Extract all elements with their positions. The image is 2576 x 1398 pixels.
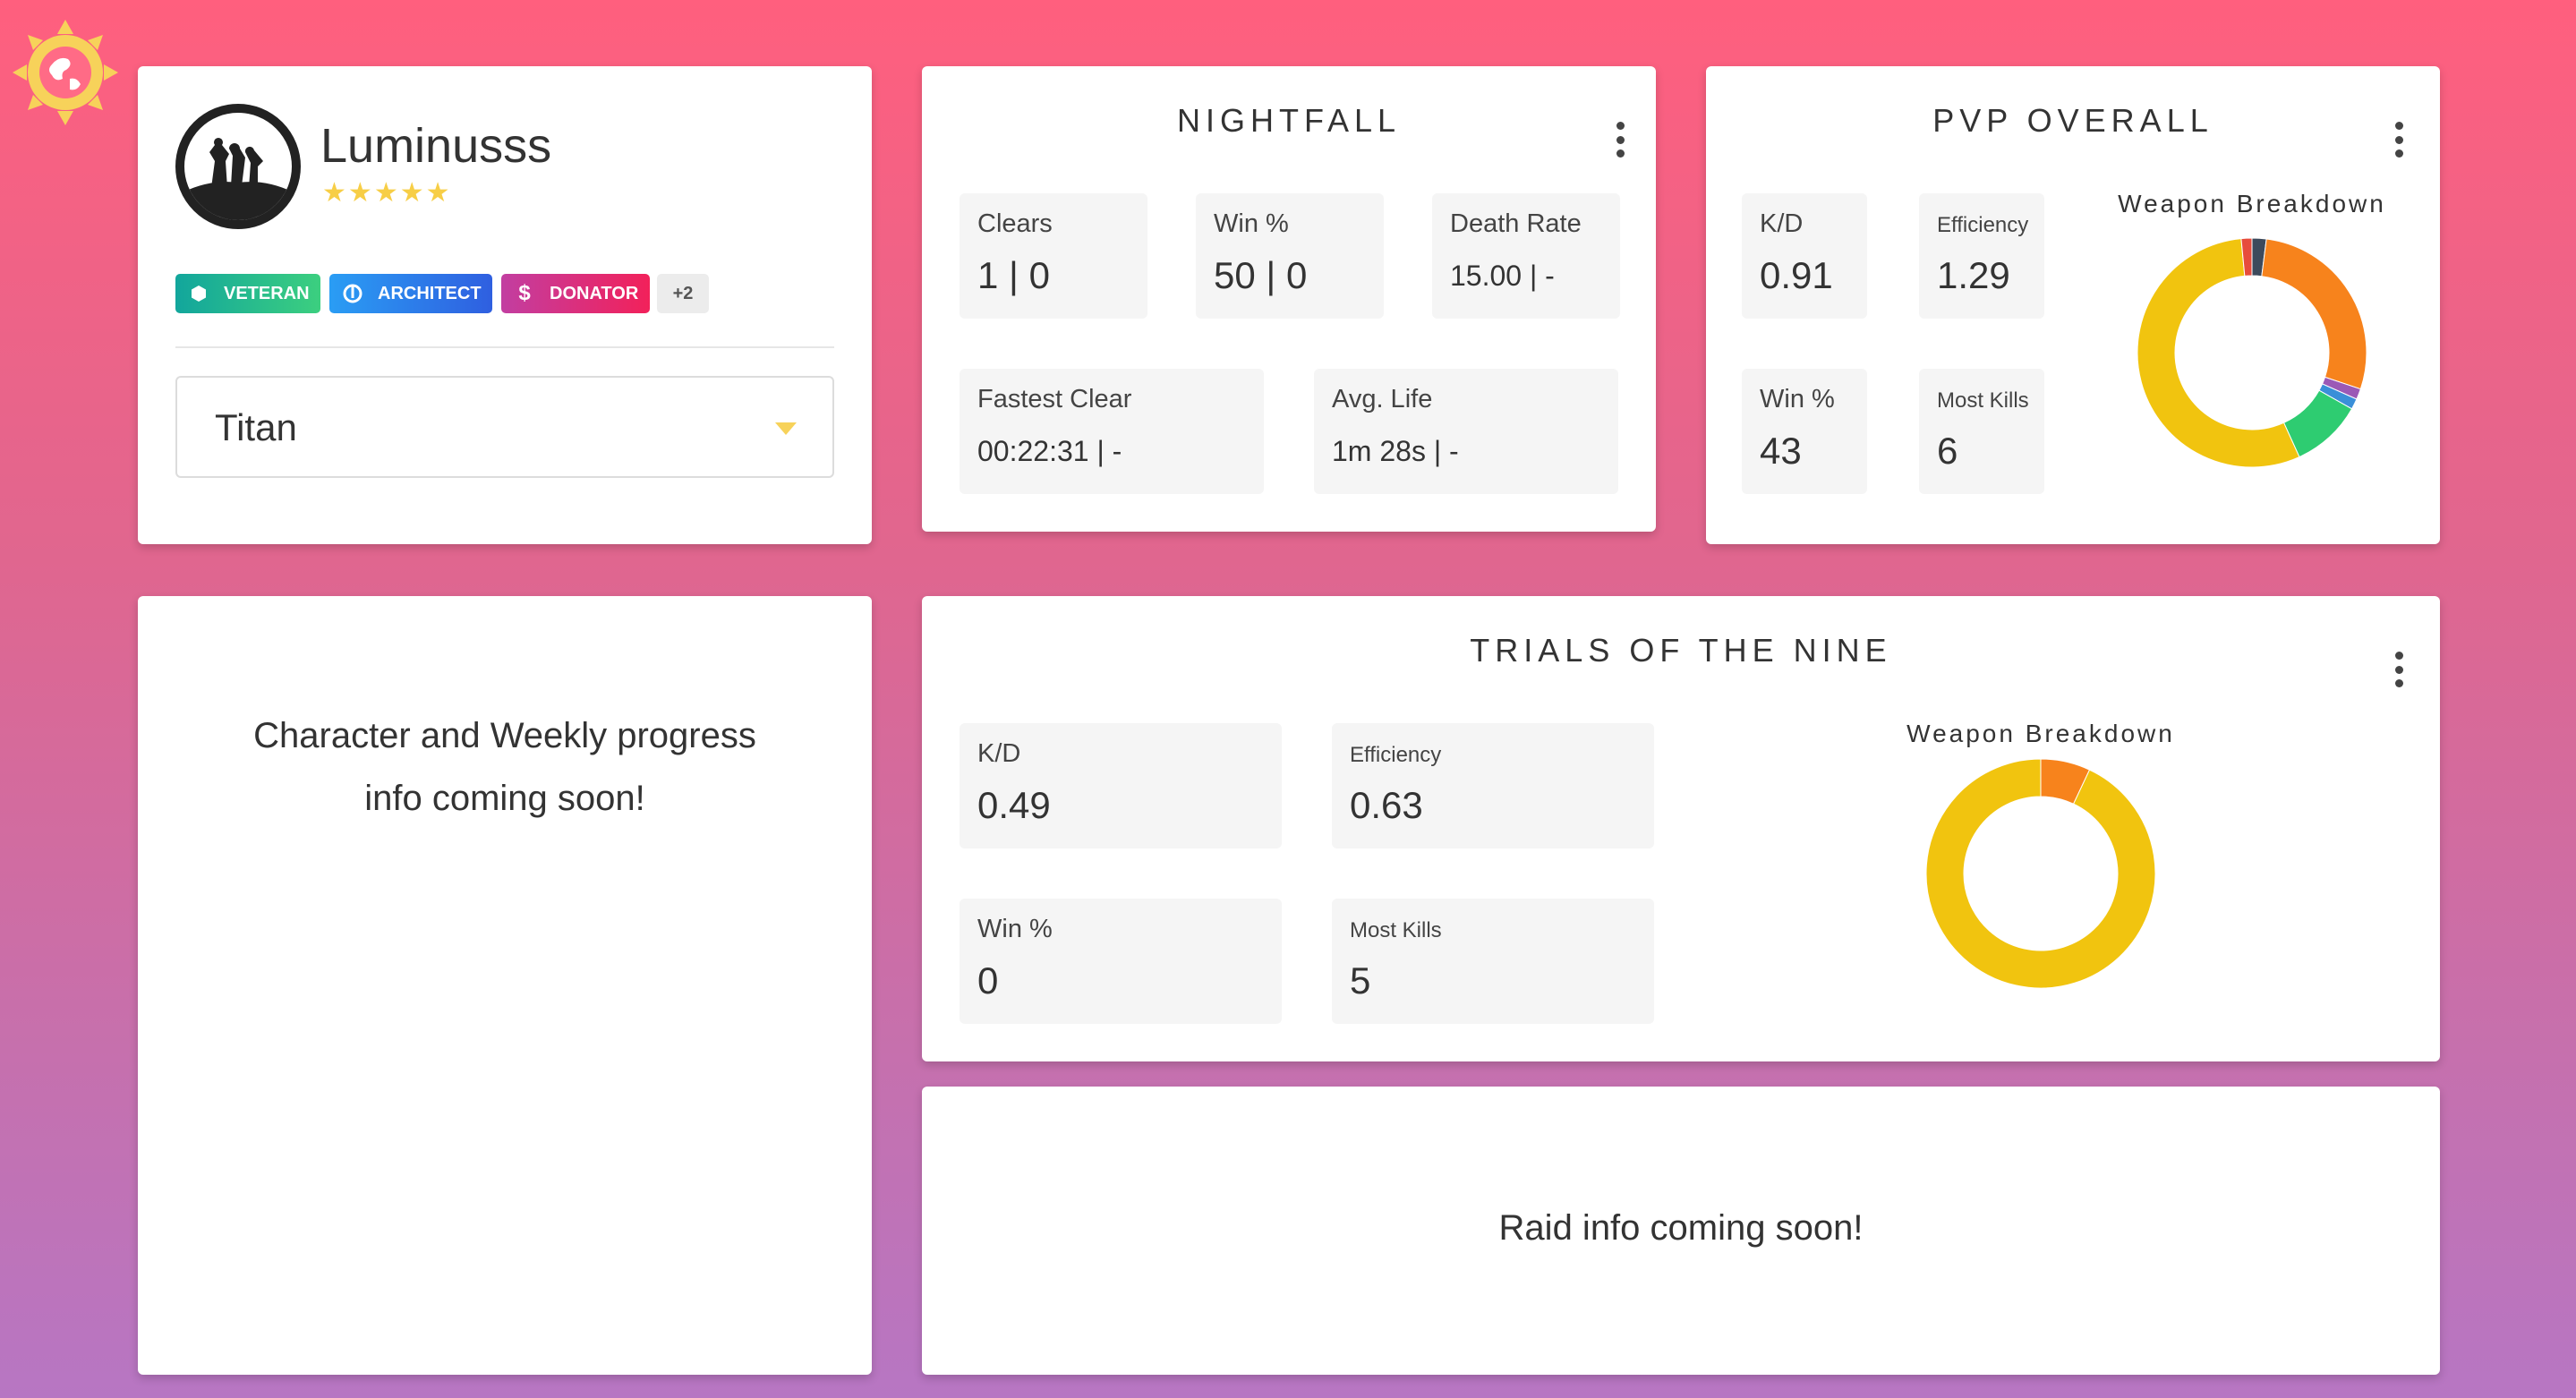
avatar <box>175 104 301 229</box>
star-icon: ★ <box>399 178 426 208</box>
star-icon: ★ <box>322 178 348 208</box>
stat-fastest-clear: Fastest Clear 00:22:31 | - <box>960 369 1264 494</box>
character-select-value: Titan <box>215 406 297 448</box>
badge-veteran[interactable]: VETERAN <box>175 274 320 313</box>
weapon-breakdown-label: Weapon Breakdown <box>1906 720 2175 747</box>
trials-weapon-donut <box>1925 758 2156 989</box>
character-select[interactable]: Titan <box>175 376 834 478</box>
pvp-weapon-donut <box>2137 237 2367 468</box>
star-icon: ★ <box>373 178 400 208</box>
badge-donator-label: DONATOR <box>550 283 639 303</box>
character-info-card: Character and Weekly progress info comin… <box>138 596 872 1375</box>
divider <box>175 346 834 348</box>
stat-label: Most Kills <box>1937 388 2029 413</box>
stat-efficiency: Efficiency 0.63 <box>1332 723 1654 848</box>
stat-label: Most Kills <box>1350 918 1442 942</box>
stat-kd: K/D 0.49 <box>960 723 1282 848</box>
stat-efficiency: Efficiency 1.29 <box>1919 193 2044 319</box>
stat-label: Avg. Life <box>1332 385 1433 413</box>
stat-label: Death Rate <box>1450 209 1582 238</box>
stat-label: Fastest Clear <box>977 385 1132 413</box>
stat-value: 0.63 <box>1350 784 1423 826</box>
profile-name: Luminusss <box>320 119 552 173</box>
rebel-icon <box>343 284 363 303</box>
stat-clears: Clears 1 | 0 <box>960 193 1147 319</box>
character-info-line1: Character and Weekly progress <box>253 716 756 755</box>
stat-death-rate: Death Rate 15.00 | - <box>1432 193 1620 319</box>
stat-label: Efficiency <box>1937 213 2029 237</box>
stat-label: Efficiency <box>1350 743 1442 767</box>
hexagon-icon <box>192 286 206 302</box>
stat-most-kills: Most Kills 5 <box>1332 899 1654 1024</box>
nightfall-more-icon[interactable] <box>1615 122 1625 158</box>
chevron-down-icon <box>775 422 797 435</box>
raid-info-card: Raid info coming soon! <box>922 1087 2440 1375</box>
stat-label: Win % <box>1760 385 1835 413</box>
stat-value: 1.29 <box>1937 254 2010 296</box>
badge-architect[interactable]: ARCHITECT <box>329 274 492 313</box>
guardians-silhouette-icon <box>184 138 292 220</box>
stat-win: Win % 43 <box>1742 369 1867 494</box>
nightfall-card: NIGHTFALL Clears 1 | 0 Win % 50 | 0 Deat… <box>922 66 1656 532</box>
stat-value: 1m 28s | - <box>1332 435 1459 467</box>
weapon-breakdown-label: Weapon Breakdown <box>2118 190 2386 217</box>
donut-slice[interactable] <box>2261 238 2367 390</box>
stat-value: 1 | 0 <box>977 254 1050 296</box>
stat-label: Win % <box>1214 209 1289 238</box>
trials-card: TRIALS OF THE NINE K/D 0.49 Efficiency 0… <box>922 596 2440 1061</box>
stat-value: 43 <box>1760 430 1802 472</box>
nightfall-title: NIGHTFALL <box>1176 102 1402 139</box>
trials-title: TRIALS OF THE NINE <box>1470 632 1892 669</box>
badge-architect-label: ARCHITECT <box>378 283 482 303</box>
raid-info-text: Raid info coming soon! <box>1498 1208 1864 1248</box>
stat-value: 0 <box>977 959 999 1002</box>
stat-kd: K/D 0.91 <box>1742 193 1867 319</box>
badge-veteran-label: VETERAN <box>224 283 310 303</box>
stat-value: 0.49 <box>977 784 1051 826</box>
stat-label: K/D <box>977 739 1021 768</box>
rating-stars: ★★★★★ <box>322 177 452 209</box>
more-badges-button[interactable]: +2 <box>657 274 709 313</box>
stat-avg-life: Avg. Life 1m 28s | - <box>1314 369 1618 494</box>
stat-value: 00:22:31 | - <box>977 435 1122 467</box>
stat-label: K/D <box>1760 209 1804 238</box>
dollar-icon: $ <box>518 281 531 305</box>
stat-value: 15.00 | - <box>1450 260 1555 292</box>
stat-value: 6 <box>1937 430 1958 472</box>
sun-globe-icon <box>13 20 118 125</box>
app-logo[interactable] <box>13 20 118 125</box>
pvp-more-icon[interactable] <box>2393 122 2404 158</box>
star-icon: ★ <box>425 178 452 208</box>
badge-donator[interactable]: $ DONATOR <box>501 274 650 313</box>
stat-value: 5 <box>1350 959 1371 1002</box>
donut-slice[interactable] <box>1925 758 2156 989</box>
stat-value: 0.91 <box>1760 254 1833 296</box>
character-info-line2: info coming soon! <box>364 779 645 818</box>
stat-most-kills: Most Kills 6 <box>1919 369 2044 494</box>
stat-label: Clears <box>977 209 1053 238</box>
stat-win: Win % 50 | 0 <box>1196 193 1384 319</box>
pvp-card: PVP OVERALL K/D 0.91 Efficiency 1.29 Win… <box>1706 66 2440 544</box>
stat-win: Win % 0 <box>960 899 1282 1024</box>
star-icon: ★ <box>347 178 374 208</box>
pvp-title: PVP OVERALL <box>1932 102 2213 139</box>
trials-more-icon[interactable] <box>2393 652 2404 687</box>
stat-label: Win % <box>977 915 1053 943</box>
profile-card: Luminusss ★★★★★ VETERAN ARCHITECT $ DONA… <box>138 66 872 544</box>
stat-value: 50 | 0 <box>1214 254 1308 296</box>
